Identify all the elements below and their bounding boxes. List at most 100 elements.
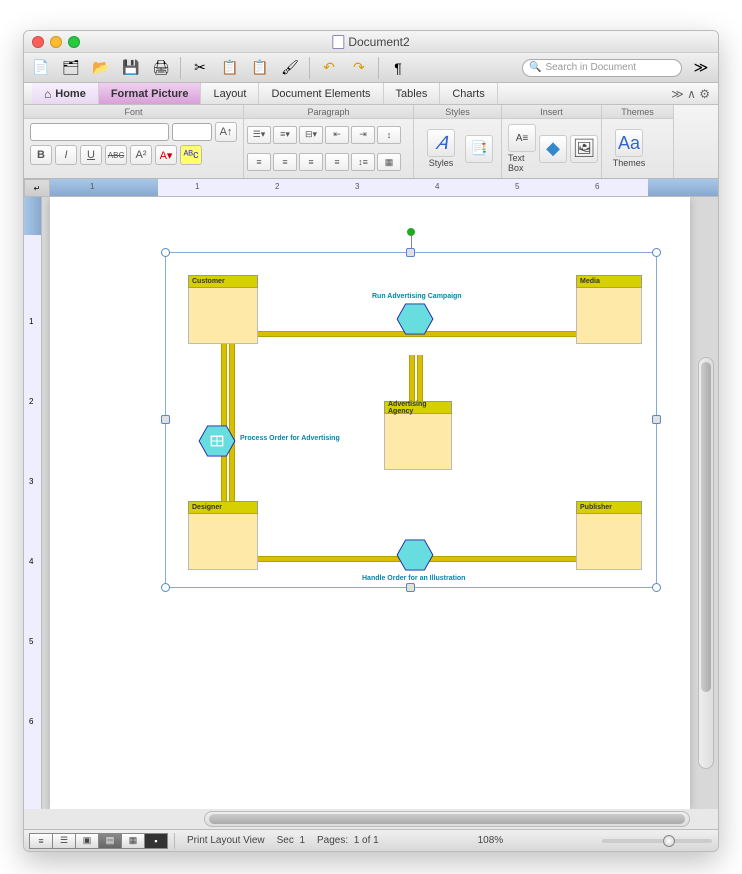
scrollbar-thumb[interactable]	[209, 814, 685, 824]
copy-icon[interactable]: 📋	[219, 57, 241, 79]
ruler-corner[interactable]: ↵	[24, 179, 50, 197]
styles-icon: 𝐴	[427, 129, 455, 157]
zoom-level[interactable]: 108%	[478, 835, 504, 846]
underline-button[interactable]: U	[80, 145, 102, 165]
shapes-icon: ◆	[539, 135, 567, 163]
tab-charts[interactable]: Charts	[440, 83, 497, 104]
styles-pane-button[interactable]: 📑	[465, 135, 493, 163]
italic-button[interactable]: I	[55, 145, 77, 165]
shapes-button[interactable]: ◆	[539, 135, 567, 163]
status-bar: ≡ ☰ ▣ ▤ ▦ ▪ Print Layout View Sec 1 Page…	[24, 829, 718, 851]
font-size-select[interactable]	[172, 123, 212, 141]
indent-button[interactable]: ⇥	[351, 126, 375, 144]
vertical-scrollbar[interactable]	[698, 357, 714, 769]
publishing-view-button[interactable]: ▣	[75, 833, 99, 849]
tab-document-elements[interactable]: Document Elements	[259, 83, 383, 104]
template-icon[interactable]: 🗂	[60, 57, 82, 79]
diagram-content: Customer Media Advertising Agency Des	[166, 253, 656, 587]
tab-layout[interactable]: Layout	[201, 83, 259, 104]
horizontal-scrollbar[interactable]	[204, 811, 690, 827]
align-center-button[interactable]: ≡	[273, 153, 297, 171]
strike-button[interactable]: ABC	[105, 145, 127, 165]
ribbon-group-font: Font A↑ B I U ABC A² A▾ ᴬᴮᴄ	[24, 105, 244, 178]
insert-group-title: Insert	[502, 105, 601, 119]
ribbon-group-themes: Themes Aa Themes	[602, 105, 674, 178]
highlight-button[interactable]: ᴬᴮᴄ	[180, 145, 202, 165]
node-label: Designer	[188, 501, 258, 514]
tab-overflow[interactable]: ≫ ∧ ⚙	[671, 83, 710, 104]
tab-tables[interactable]: Tables	[384, 83, 441, 104]
shading-button[interactable]: ▦	[377, 153, 401, 171]
draft-view-button[interactable]: ≡	[29, 833, 53, 849]
ribbon-group-styles: Styles 𝐴 Styles 📑	[414, 105, 502, 178]
hex-run-campaign	[396, 303, 434, 335]
hex-handle-order	[396, 539, 434, 571]
textbox-button[interactable]: A≡ Text Box	[508, 124, 536, 173]
window-title: Document2	[332, 35, 409, 49]
save-icon[interactable]: 💾	[120, 57, 142, 79]
zoom-button[interactable]	[68, 36, 80, 48]
close-button[interactable]	[32, 36, 44, 48]
font-family-select[interactable]	[30, 123, 169, 141]
ribbon-tabs: Home Format Picture Layout Document Elem…	[24, 83, 718, 105]
sort-button[interactable]: ↕	[377, 126, 401, 144]
zoom-thumb[interactable]	[663, 835, 675, 847]
styles-button[interactable]: 𝐴 Styles	[420, 129, 462, 168]
picture-icon: 🖼	[570, 135, 598, 163]
ribbon: Font A↑ B I U ABC A² A▾ ᴬᴮᴄ Para	[24, 105, 718, 179]
numbering-button[interactable]: ≡▾	[273, 126, 297, 144]
themes-icon: Aa	[615, 129, 643, 157]
section-indicator: Sec 1	[277, 835, 305, 846]
node-media: Media	[576, 275, 642, 344]
paste-icon[interactable]: 📋	[249, 57, 271, 79]
font-color-button[interactable]: A▾	[155, 145, 177, 165]
themes-button[interactable]: Aa Themes	[608, 129, 650, 168]
multilevel-button[interactable]: ⊟▾	[299, 126, 323, 144]
bullets-button[interactable]: ☰▾	[247, 126, 271, 144]
hex-label: Run Advertising Campaign	[372, 293, 462, 300]
focus-view-button[interactable]: ▪	[144, 833, 168, 849]
titlebar: Document2	[24, 31, 718, 53]
picture-button[interactable]: 🖼	[570, 135, 598, 163]
notebook-view-button[interactable]: ▦	[121, 833, 145, 849]
tab-format-picture[interactable]: Format Picture	[99, 83, 202, 104]
vertical-ruler[interactable]: 1 2 3 4 5 6	[24, 197, 42, 809]
node-publisher: Publisher	[576, 501, 642, 570]
bold-button[interactable]: B	[30, 145, 52, 165]
outline-view-button[interactable]: ☰	[52, 833, 76, 849]
themes-group-title: Themes	[602, 105, 673, 119]
justify-button[interactable]: ≡	[325, 153, 349, 171]
search-input[interactable]: 🔍 Search in Document	[522, 59, 682, 77]
search-placeholder: Search in Document	[545, 62, 636, 73]
document-page[interactable]: Customer Media Advertising Agency Des	[50, 197, 690, 809]
node-label: Advertising Agency	[384, 401, 452, 414]
node-label: Customer	[188, 275, 258, 288]
align-left-button[interactable]: ≡	[247, 153, 271, 171]
format-painter-icon[interactable]: 🖌	[279, 57, 301, 79]
app-window: Document2 📄 🗂 📂 💾 🖨 ✂ 📋 📋 🖌 ↶ ↷ ¶ 🔍 Sear…	[23, 30, 719, 852]
zoom-slider[interactable]	[602, 839, 712, 843]
grow-font-button[interactable]: A↑	[215, 122, 237, 142]
redo-icon[interactable]: ↷	[348, 57, 370, 79]
subscript-button[interactable]: A²	[130, 145, 152, 165]
minimize-button[interactable]	[50, 36, 62, 48]
cut-icon[interactable]: ✂	[189, 57, 211, 79]
styles-pane-icon: 📑	[465, 135, 493, 163]
node-designer: Designer	[188, 501, 258, 570]
pilcrow-icon[interactable]: ¶	[387, 57, 409, 79]
print-layout-view-button[interactable]: ▤	[98, 833, 122, 849]
scrollbar-thumb[interactable]	[701, 362, 711, 692]
line-spacing-button[interactable]: ↕≡	[351, 153, 375, 171]
tab-home[interactable]: Home	[32, 83, 99, 104]
print-icon[interactable]: 🖨	[150, 57, 172, 79]
search-icon: 🔍	[529, 62, 541, 73]
overflow-icon[interactable]: ≫	[690, 57, 712, 79]
align-right-button[interactable]: ≡	[299, 153, 323, 171]
undo-icon[interactable]: ↶	[318, 57, 340, 79]
open-icon[interactable]: 📂	[90, 57, 112, 79]
selected-picture[interactable]: Customer Media Advertising Agency Des	[165, 252, 657, 588]
hex-label: Process Order for Advertising	[240, 435, 340, 442]
dedent-button[interactable]: ⇤	[325, 126, 349, 144]
new-doc-icon[interactable]: 📄	[30, 57, 52, 79]
horizontal-ruler[interactable]: 1 1 2 3 4 5 6 7	[50, 179, 718, 197]
